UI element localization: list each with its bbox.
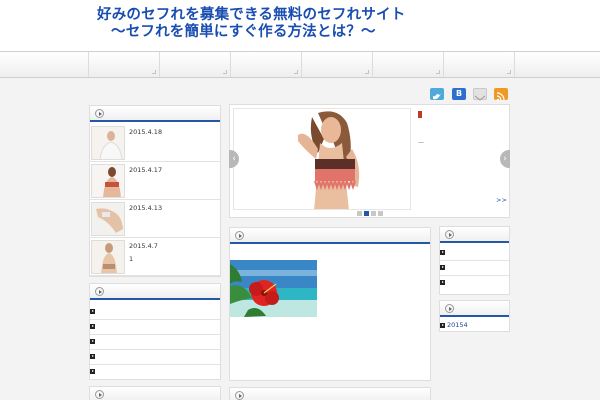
list-item[interactable] — [440, 261, 509, 276]
slide-dash: — — [418, 139, 424, 146]
article-image[interactable] — [230, 260, 317, 317]
nav-grip-icon — [223, 70, 227, 74]
global-nav — [0, 52, 600, 78]
bottom-left-panel — [89, 386, 221, 400]
nav-tab[interactable] — [372, 52, 443, 77]
category-header — [90, 284, 220, 300]
list-item[interactable] — [90, 365, 220, 380]
recent-posts-panel: 2015.4.18 2015.4.17 2015.4.13 2015.4.7 1 — [89, 105, 221, 277]
nav-grip-icon — [294, 70, 298, 74]
twitter-share-icon[interactable] — [430, 88, 444, 100]
play-icon — [95, 390, 104, 399]
more-link[interactable]: >> — [496, 196, 507, 204]
nav-tab[interactable] — [301, 52, 372, 77]
post-date: 2015.4.13 — [129, 204, 163, 212]
nav-grip-icon — [365, 70, 369, 74]
nav-tab[interactable] — [230, 52, 301, 77]
site-header: 好みのセフれを募集できる無料のセフれサイト ～セフれを簡単にすぐ作る方法とは？～ — [0, 0, 600, 52]
archive-panel: 20154 — [439, 300, 510, 332]
category-panel — [89, 283, 221, 380]
bullet-icon — [90, 324, 95, 329]
post-item[interactable]: 2015.4.18 — [90, 125, 220, 162]
bottom-main-header — [230, 388, 430, 400]
list-item[interactable] — [90, 320, 220, 335]
slider-dot[interactable] — [378, 211, 383, 216]
rss-share-icon[interactable] — [494, 88, 508, 102]
play-icon — [445, 230, 454, 239]
slider-dot[interactable] — [357, 211, 362, 216]
recent-posts-header — [90, 106, 220, 122]
list-item[interactable] — [90, 335, 220, 350]
slider-dot[interactable] — [371, 211, 376, 216]
bullet-icon — [440, 280, 445, 285]
bottom-main-panel — [229, 387, 431, 400]
bullet-icon — [440, 250, 445, 255]
post-date: 2015.4.7 — [129, 242, 158, 250]
bullet-icon — [90, 354, 95, 359]
post-item[interactable]: 2015.4.17 — [90, 163, 220, 200]
list-item[interactable] — [90, 350, 220, 365]
site-title-line1: 好みのセフれを募集できる無料のセフれサイト — [97, 7, 406, 23]
bullet-icon — [90, 339, 95, 344]
post-thumbnail[interactable] — [91, 202, 125, 236]
play-icon — [95, 287, 104, 296]
nav-grip-icon — [436, 70, 440, 74]
slider-image[interactable] — [233, 108, 411, 210]
bullet-icon — [440, 265, 445, 270]
post-date: 2015.4.18 — [129, 128, 163, 136]
post-thumbnail[interactable] — [91, 164, 125, 198]
right-list-header — [440, 227, 509, 243]
list-item[interactable] — [440, 276, 509, 291]
archive-header — [440, 301, 509, 317]
post-date: 2015.4.17 — [129, 166, 163, 174]
nav-tab[interactable] — [514, 52, 600, 77]
play-icon — [95, 109, 104, 118]
post-item[interactable]: 2015.4.13 — [90, 201, 220, 238]
bullet-icon — [90, 309, 95, 314]
main-content-panel — [229, 227, 431, 381]
nav-tab[interactable] — [88, 52, 159, 77]
slide-marker — [418, 111, 422, 118]
play-icon — [235, 231, 244, 240]
main-content-header — [230, 228, 430, 244]
list-item[interactable] — [90, 305, 220, 320]
featured-slider: — >> — [229, 104, 510, 218]
right-list-panel — [439, 226, 510, 295]
page: 好みのセフれを募集できる無料のセフれサイト ～セフれを簡単にすぐ作る方法とは？～… — [0, 0, 600, 400]
nav-grip-icon — [507, 70, 511, 74]
post-thumbnail[interactable] — [91, 126, 125, 160]
archive-item[interactable]: 20154 — [440, 319, 509, 334]
nav-grip-icon — [152, 70, 156, 74]
site-title[interactable]: 好みのセフれを募集できる無料のセフれサイト ～セフれを簡単にすぐ作る方法とは？～ — [97, 7, 405, 41]
post-thumbnail[interactable] — [91, 240, 125, 274]
hatena-share-icon[interactable]: B — [452, 88, 466, 100]
site-title-line2: ～セフれを簡単にすぐ作る方法とは？～ — [111, 24, 376, 40]
bullet-icon — [90, 369, 95, 374]
mail-share-icon[interactable] — [473, 88, 487, 101]
post-item[interactable]: 2015.4.7 1 — [90, 239, 220, 276]
post-extra: 1 — [129, 255, 134, 263]
nav-tab[interactable] — [443, 52, 514, 77]
play-icon — [235, 391, 244, 400]
list-item[interactable] — [440, 246, 509, 261]
nav-tab[interactable] — [159, 52, 230, 77]
play-icon — [445, 304, 454, 313]
slider-dot-active[interactable] — [364, 211, 369, 216]
bottom-left-header — [90, 387, 220, 400]
archive-item-label: 20154 — [447, 321, 468, 329]
bullet-icon — [440, 323, 445, 328]
